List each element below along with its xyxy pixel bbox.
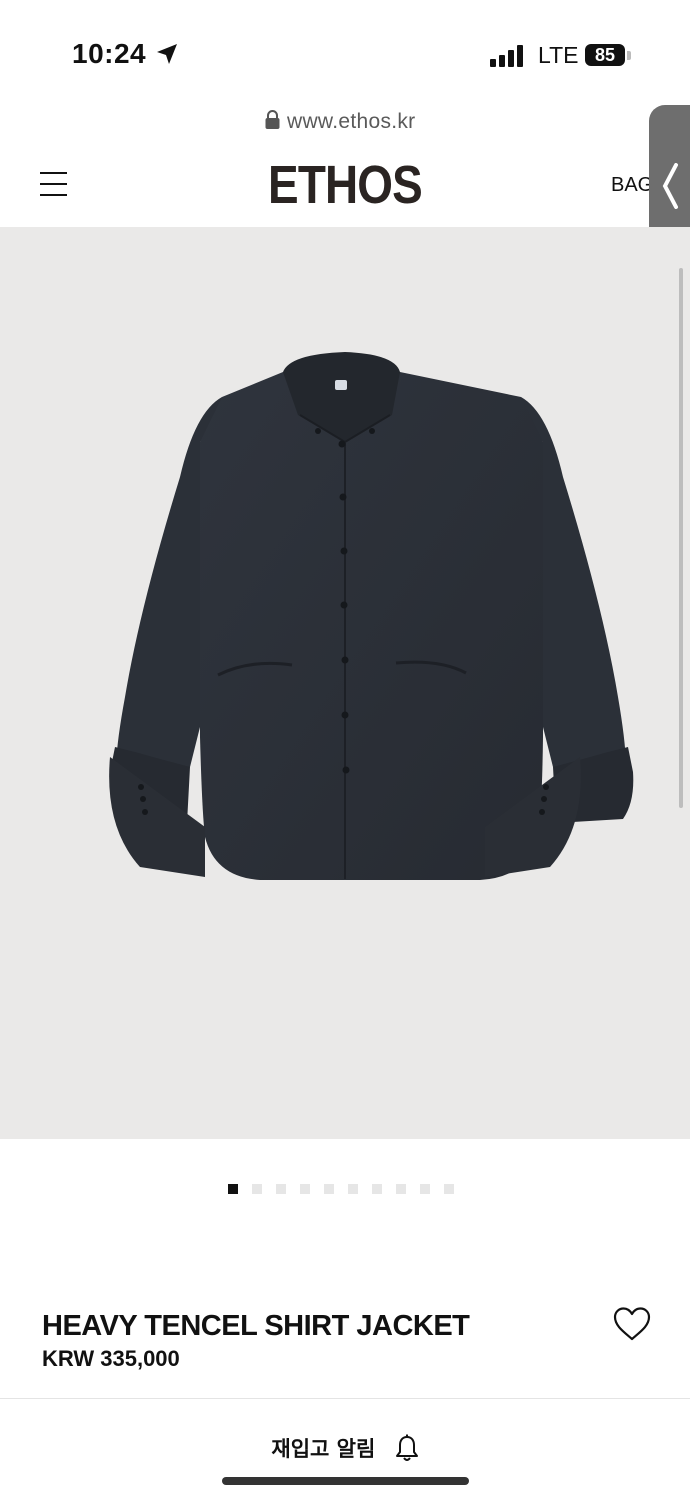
lock-icon	[265, 110, 280, 129]
restock-alert-button[interactable]: 재입고 알림	[0, 1433, 690, 1463]
location-arrow-icon	[157, 44, 177, 64]
pagination-dot[interactable]	[396, 1184, 406, 1194]
bag-link[interactable]: BAG	[611, 174, 653, 197]
image-pagination	[228, 1184, 454, 1196]
pagination-dot[interactable]	[324, 1184, 334, 1194]
battery-icon: 85	[585, 44, 625, 66]
heart-icon[interactable]	[612, 1306, 652, 1342]
site-header: ETHOS BAG	[0, 142, 690, 227]
url-text[interactable]: www.ethos.kr	[287, 110, 415, 134]
bell-icon	[395, 1434, 418, 1461]
site-logo[interactable]: ETHOS	[52, 154, 639, 216]
pagination-dot[interactable]	[276, 1184, 286, 1194]
home-indicator[interactable]	[222, 1477, 469, 1485]
status-time: 10:24	[72, 38, 147, 69]
product-price: KRW 335,000	[42, 1346, 180, 1371]
pagination-dot[interactable]	[348, 1184, 358, 1194]
product-image[interactable]	[0, 227, 690, 1139]
product-title: HEAVY TENCEL SHIRT JACKET	[42, 1310, 470, 1342]
restock-bar: 재입고 알림	[0, 1398, 690, 1501]
scroll-indicator[interactable]	[679, 268, 683, 808]
pagination-dot[interactable]	[252, 1184, 262, 1194]
signal-icon	[490, 45, 523, 67]
pagination-dot[interactable]	[228, 1184, 238, 1194]
status-bar: 10:24 LTE 85	[0, 0, 690, 100]
url-bar[interactable]: www.ethos.kr	[0, 100, 690, 143]
pagination-dot[interactable]	[372, 1184, 382, 1194]
pagination-dot[interactable]	[420, 1184, 430, 1194]
restock-label: 재입고 알림	[271, 1437, 376, 1461]
battery-tip	[627, 51, 631, 60]
chevron-left-icon	[662, 163, 678, 209]
network-label: LTE	[538, 42, 579, 68]
shirt-jacket-illustration	[109, 352, 634, 880]
pagination-dot[interactable]	[444, 1184, 454, 1194]
pagination-dot[interactable]	[300, 1184, 310, 1194]
